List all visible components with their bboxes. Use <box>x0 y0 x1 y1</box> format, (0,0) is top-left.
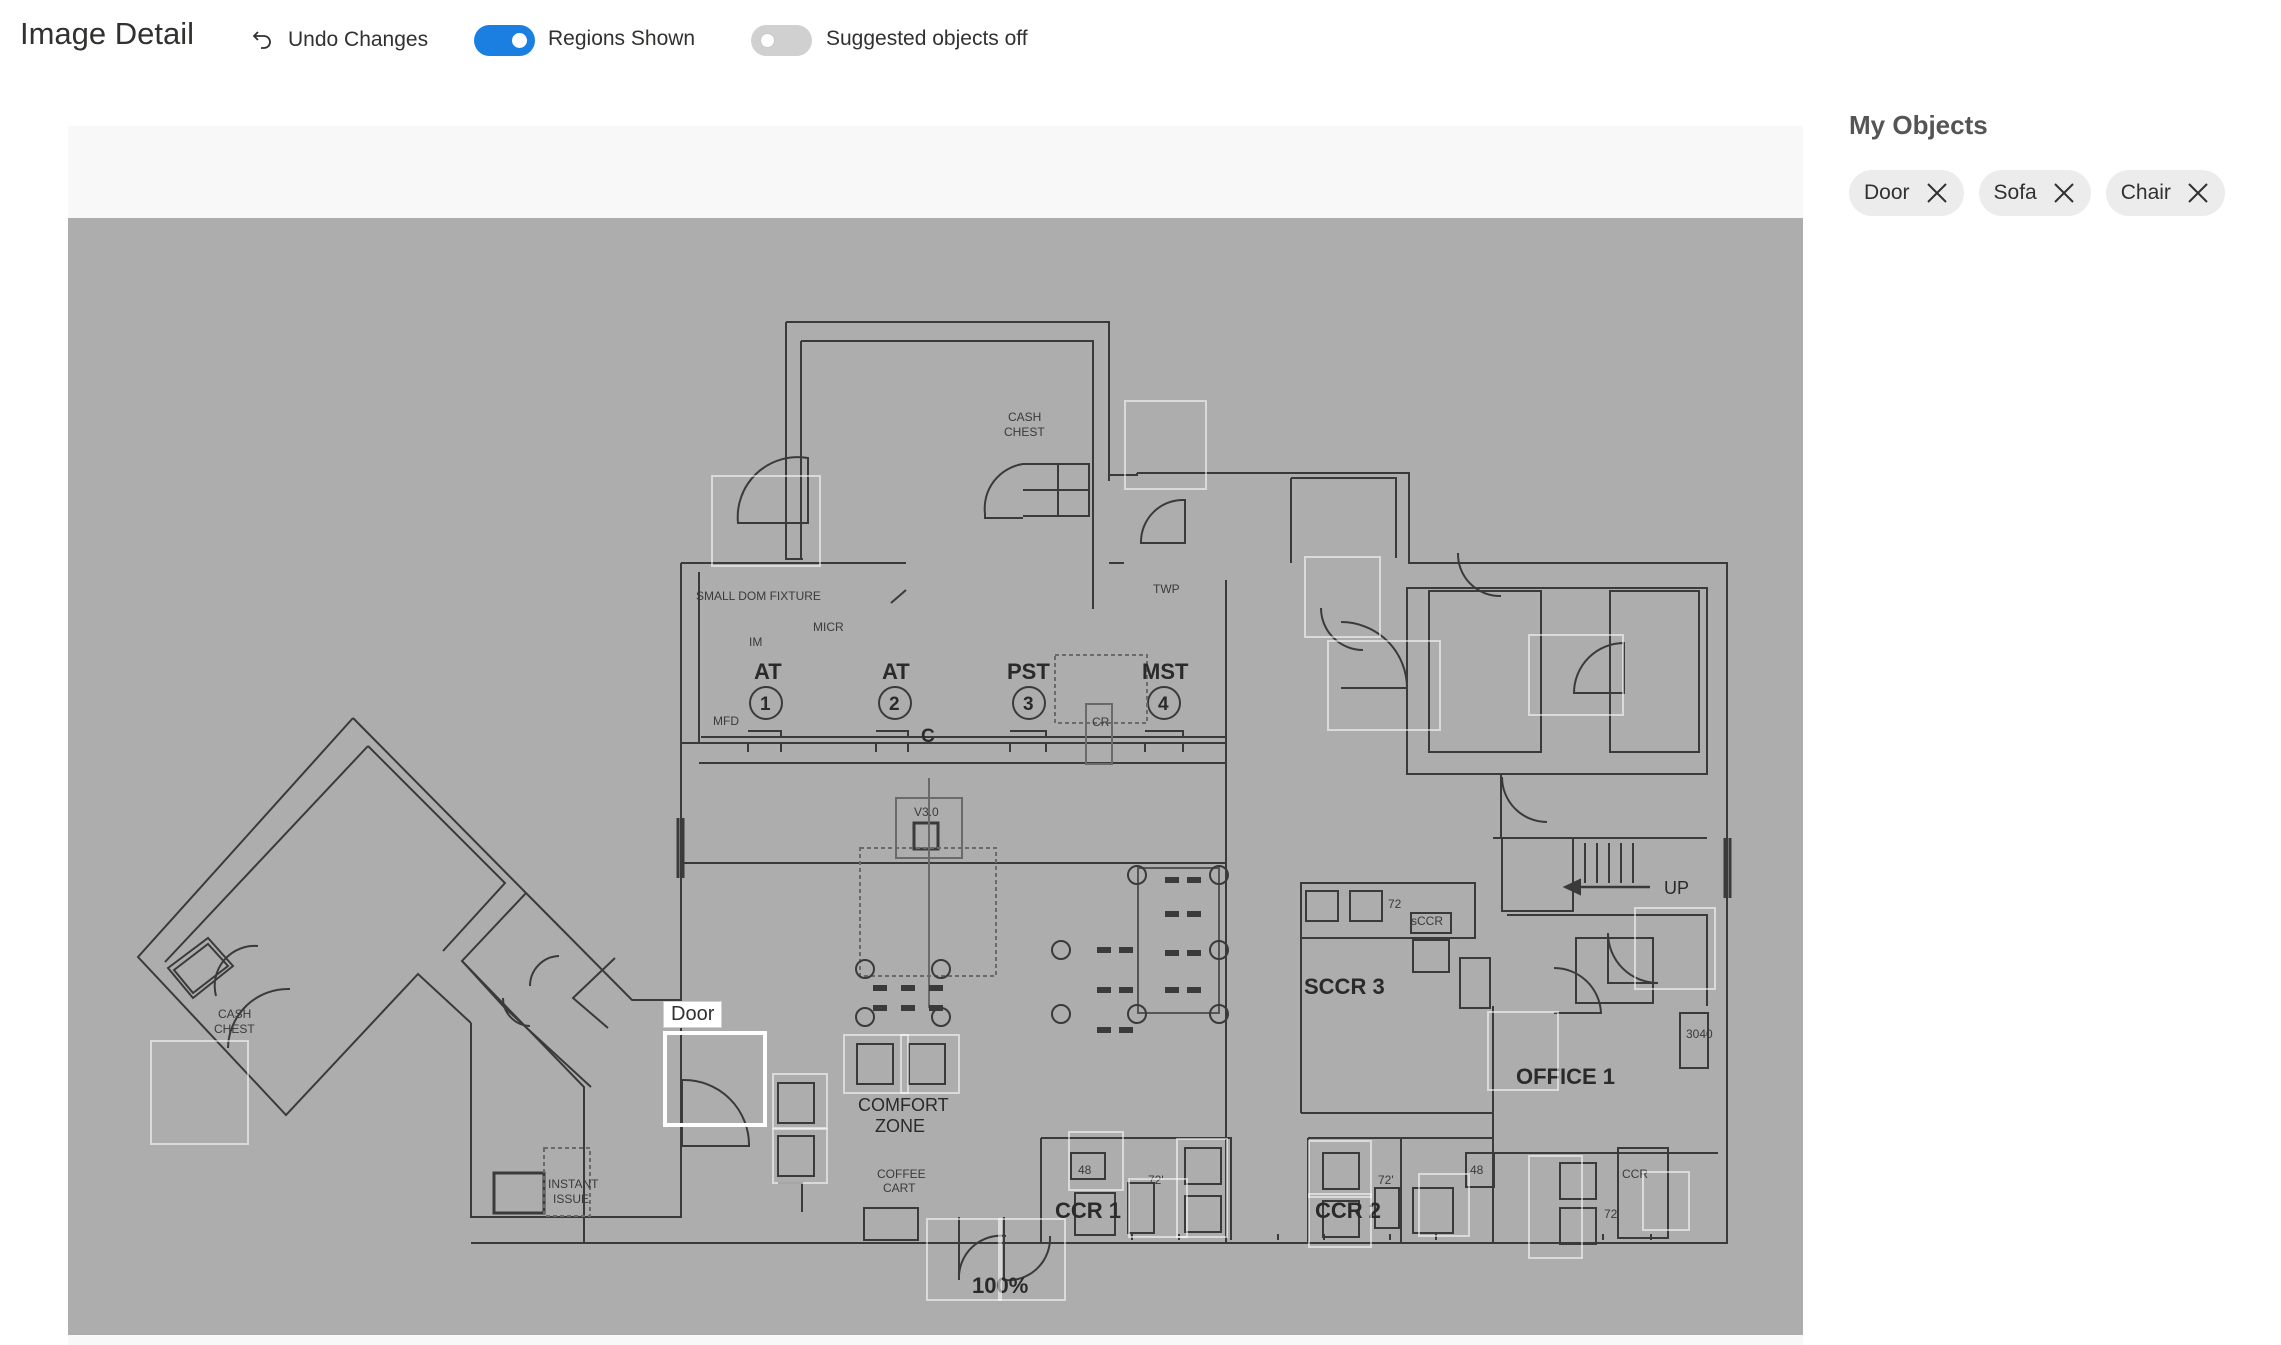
region-box[interactable] <box>1642 1171 1690 1231</box>
plan-text: ZONE <box>875 1116 925 1136</box>
plan-text: UP <box>1664 878 1689 898</box>
region-box[interactable] <box>1068 1131 1124 1191</box>
region-box[interactable] <box>1124 400 1207 490</box>
page-title: Image Detail <box>20 16 195 51</box>
toggle-knob <box>512 33 527 48</box>
plan-text: V3.0 <box>914 805 939 819</box>
region-box[interactable] <box>1304 556 1381 638</box>
region-box[interactable] <box>772 1128 828 1184</box>
region-box[interactable] <box>1176 1138 1228 1238</box>
object-tag-label: Door <box>1864 181 1910 204</box>
region-box[interactable] <box>150 1040 249 1145</box>
suggested-objects-toggle[interactable] <box>751 25 812 56</box>
station-number: 1 <box>760 694 771 715</box>
close-icon[interactable] <box>1926 182 1948 204</box>
plan-text: C <box>921 726 935 747</box>
station-name: AT <box>754 659 782 684</box>
plan-text: CR <box>1092 715 1110 729</box>
plan-text: MICR <box>813 620 844 634</box>
object-tag-label: Sofa <box>1993 181 2037 204</box>
plan-text: 72' <box>1378 1173 1394 1187</box>
plan-text: COFFEE <box>877 1167 926 1181</box>
object-tag-label: Chair <box>2120 181 2171 204</box>
region-box[interactable] <box>1528 1155 1583 1259</box>
region-box[interactable] <box>772 1073 828 1129</box>
undo-icon <box>252 31 271 49</box>
close-icon[interactable] <box>2053 182 2075 204</box>
region-box[interactable] <box>998 1218 1066 1301</box>
close-icon[interactable] <box>2187 182 2209 204</box>
plan-text: 48 <box>1470 1163 1484 1177</box>
regions-shown-toggle[interactable] <box>474 25 535 56</box>
station-number: 3 <box>1023 694 1034 715</box>
region-box[interactable] <box>711 475 821 567</box>
plan-text: IM <box>749 635 762 649</box>
plan-text: CASH <box>218 1007 251 1021</box>
active-region-label: Door <box>663 1001 723 1028</box>
object-tag-sofa[interactable]: Sofa <box>1978 170 2091 216</box>
region-box[interactable] <box>1327 640 1441 731</box>
suggested-objects-label: Suggested objects off <box>826 27 1028 50</box>
plan-text: 3040 <box>1686 1027 1713 1041</box>
plan-text: MFD <box>713 714 739 728</box>
region-box[interactable] <box>1634 907 1716 990</box>
station-number: 2 <box>889 694 900 715</box>
plan-text: ISSUE <box>553 1192 589 1206</box>
station-name: AT <box>882 659 910 684</box>
region-box[interactable] <box>1308 1140 1372 1198</box>
object-tag-door[interactable]: Door <box>1849 170 1964 216</box>
toggle-knob <box>760 33 775 48</box>
floor-plan-image[interactable]: SMALL DOM FIXTURE MICR IM MFD TWP CR V3.… <box>68 218 1803 1335</box>
region-box[interactable] <box>1528 634 1624 716</box>
plan-text: SMALL DOM FIXTURE <box>696 589 821 603</box>
object-tag-list: Door Sofa Chair <box>1849 170 2225 216</box>
station-name: MST <box>1142 659 1189 684</box>
region-box[interactable] <box>1487 1011 1559 1091</box>
plan-text: CASH <box>1008 410 1041 424</box>
plan-text: TWP <box>1153 582 1180 596</box>
top-bar: Image Detail Undo Changes Regions Shown … <box>0 0 2281 80</box>
plan-text: CHEST <box>1004 425 1045 439</box>
region-box[interactable] <box>1418 1173 1470 1237</box>
my-objects-title: My Objects <box>1849 110 1988 140</box>
plan-text: CART <box>883 1181 916 1195</box>
plan-text: CHEST <box>214 1022 255 1036</box>
undo-changes-label: Undo Changes <box>288 28 429 51</box>
plan-text: COMFORT <box>858 1095 949 1115</box>
regions-shown-label: Regions Shown <box>548 27 696 50</box>
room-label-sccr3: SCCR 3 <box>1304 974 1385 999</box>
station-name: PST <box>1007 659 1050 684</box>
plan-text: sCCR <box>1411 914 1443 928</box>
plan-text: 72 <box>1604 1207 1618 1221</box>
region-box[interactable] <box>900 1034 960 1094</box>
plan-text: 72 <box>1388 897 1402 911</box>
station-number: 4 <box>1158 694 1169 715</box>
region-box[interactable] <box>926 1218 1002 1301</box>
undo-changes-button[interactable]: Undo Changes <box>252 22 428 58</box>
region-box[interactable] <box>1308 1193 1372 1248</box>
plan-text: INSTANT <box>548 1177 599 1191</box>
active-region-box[interactable] <box>663 1031 767 1127</box>
object-tag-chair[interactable]: Chair <box>2105 170 2225 216</box>
